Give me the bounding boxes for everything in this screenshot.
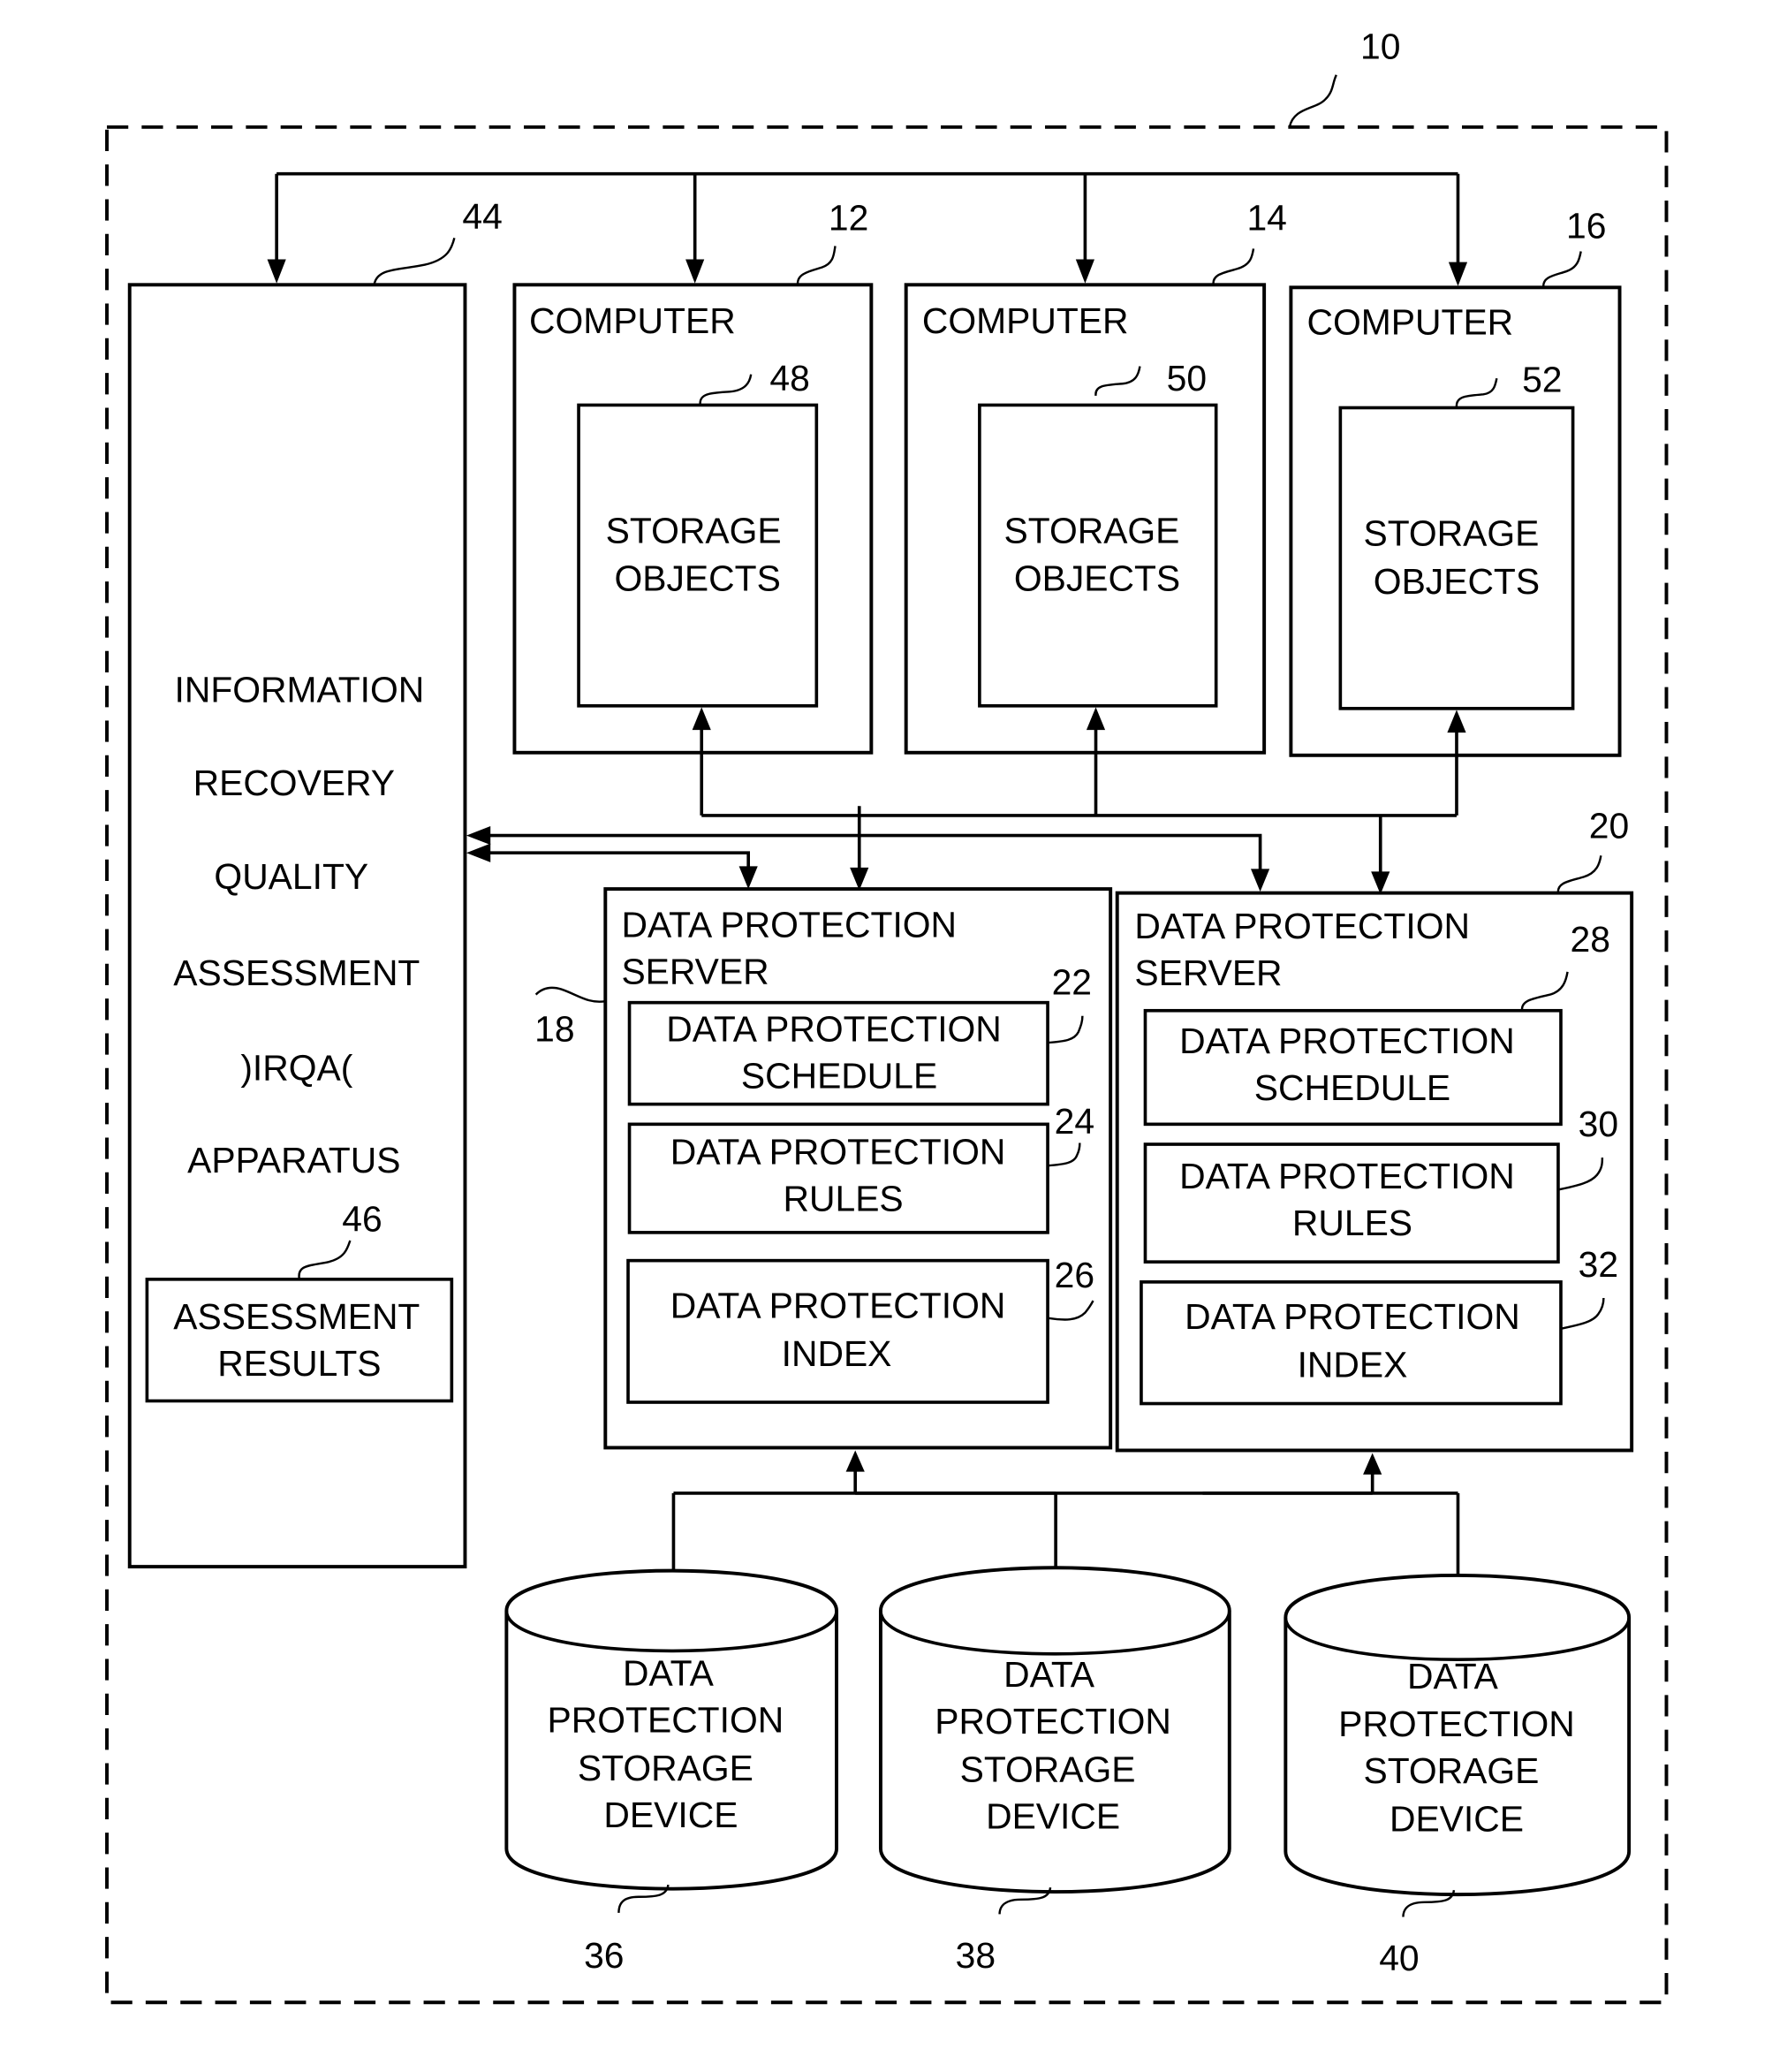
device-38-line-1: DATA	[1003, 1654, 1095, 1695]
rules-24-ref: 24	[1055, 1101, 1094, 1142]
arrow-up-server-18	[845, 1450, 865, 1472]
storage-50-line-1: STORAGE	[1004, 510, 1180, 550]
results-line-2: RESULTS	[217, 1343, 381, 1384]
irqa-line-2: RECOVERY	[193, 763, 395, 803]
device-40-line-4: DEVICE	[1390, 1799, 1524, 1840]
device-36-ref: 36	[584, 1935, 624, 1976]
storage-device-40: 40 DATA PROTECTION STORAGE DEVICE	[1284, 1574, 1632, 1978]
irqa-line-5: )IRQA(	[240, 1047, 352, 1088]
storage-50-line-2: OBJECTS	[1014, 558, 1180, 599]
device-36-line-4: DEVICE	[603, 1795, 738, 1835]
device-36-line-2: PROTECTION	[548, 1700, 784, 1741]
computer-16-label: COMPUTER	[1307, 301, 1514, 342]
data-protection-server-18: 18 DATA PROTECTION SERVER 22 DATA PROTEC…	[534, 887, 1113, 1450]
rules-24-line-1: DATA PROTECTION	[670, 1132, 1006, 1173]
computer-12-ref-leader	[796, 246, 837, 285]
index-32-line-1: DATA PROTECTION	[1185, 1296, 1520, 1337]
data-protection-server-20: 20 DATA PROTECTION SERVER 28 DATA PROTEC…	[1115, 806, 1634, 1453]
arrow-down-computer-14	[1075, 259, 1094, 284]
irqa-ref-leader	[373, 238, 456, 285]
device-38-line-4: DEVICE	[986, 1796, 1120, 1837]
rules-30-line-1: DATA PROTECTION	[1179, 1156, 1515, 1196]
server-20-line-2: SERVER	[1134, 953, 1282, 993]
arrow-down-server-18-b	[738, 866, 758, 890]
index-32-ref: 32	[1579, 1244, 1618, 1285]
schedule-28-line-1: DATA PROTECTION	[1179, 1021, 1515, 1061]
arrow-down-computer-12	[685, 259, 705, 284]
computer-12: 12 COMPUTER 48 STORAGE OBJECTS	[512, 197, 874, 755]
rules-30-line-2: RULES	[1292, 1203, 1412, 1243]
schedule-22-ref: 22	[1052, 962, 1092, 1003]
server-18-ref-leader	[534, 986, 606, 1003]
irqa-link-server-18	[474, 851, 750, 875]
rules-24-line-2: RULES	[784, 1179, 904, 1219]
device-36-line-1: DATA	[623, 1653, 715, 1694]
server-20-ref-leader	[1556, 855, 1602, 893]
computer-16-ref-leader	[1542, 251, 1582, 288]
server-20-line-1: DATA PROTECTION	[1134, 906, 1470, 946]
computer-16-ref: 16	[1566, 205, 1606, 246]
arrow-left-irqa-upper	[466, 825, 491, 846]
arrow-left-irqa-lower	[466, 843, 491, 862]
device-40-ref: 40	[1379, 1938, 1419, 1978]
system-diagram: 10 44 INFORMATION RECOVERY QUALITY ASSES…	[105, 27, 1669, 2005]
server-18-line-2: SERVER	[621, 952, 769, 992]
storage-52-ref: 52	[1522, 359, 1562, 399]
index-26	[626, 1258, 1049, 1404]
device-38-line-2: PROTECTION	[935, 1701, 1171, 1742]
computer-14-ref: 14	[1246, 197, 1286, 238]
device-36-line-3: STORAGE	[578, 1748, 753, 1788]
system-ref-leader	[1288, 74, 1337, 128]
device-40-line-3: STORAGE	[1363, 1750, 1539, 1791]
device-40-line-1: DATA	[1407, 1656, 1499, 1696]
irqa-line-3: QUALITY	[214, 856, 368, 897]
schedule-22-line-1: DATA PROTECTION	[666, 1009, 1002, 1050]
server-18-line-1: DATA PROTECTION	[621, 905, 957, 945]
storage-48-line-2: OBJECTS	[615, 558, 781, 599]
arrow-down-irqa	[267, 259, 286, 284]
irqa-ref: 44	[462, 196, 502, 237]
arrow-down-server-20-b	[1251, 869, 1270, 892]
storage-objects-52	[1338, 406, 1575, 710]
storage-48-line-1: STORAGE	[606, 510, 782, 550]
storage-52-line-2: OBJECTS	[1374, 561, 1540, 602]
storage-objects-50	[978, 403, 1218, 708]
storage-52-line-1: STORAGE	[1363, 512, 1539, 553]
device-40-line-2: PROTECTION	[1338, 1704, 1575, 1744]
schedule-28-line-2: SCHEDULE	[1254, 1067, 1450, 1108]
device-38-line-3: STORAGE	[960, 1749, 1136, 1790]
storage-48-ref: 48	[769, 358, 809, 398]
computer-14-label: COMPUTER	[922, 300, 1129, 341]
irqa-apparatus: 44 INFORMATION RECOVERY QUALITY ASSESSME…	[127, 196, 503, 1569]
irqa-line-6: APPARATUS	[187, 1140, 400, 1180]
results-line-1: ASSESSMENT	[173, 1296, 420, 1337]
server-18-ref: 18	[534, 1009, 574, 1050]
computer-12-label: COMPUTER	[529, 300, 736, 341]
arrow-down-computer-16	[1448, 262, 1468, 286]
index-32-line-2: INDEX	[1298, 1344, 1408, 1385]
schedule-28-ref: 28	[1571, 919, 1610, 960]
schedule-22-line-2: SCHEDULE	[741, 1056, 937, 1097]
storage-50-ref: 50	[1167, 358, 1207, 398]
computer-14: 14 COMPUTER 50 STORAGE OBJECTS	[904, 197, 1287, 755]
arrow-up-server-20	[1363, 1453, 1382, 1475]
index-26-line-2: INDEX	[782, 1333, 892, 1374]
rules-30-ref: 30	[1579, 1104, 1618, 1144]
arrow-down-server-20-a	[1371, 871, 1390, 895]
irqa-line-4: ASSESSMENT	[173, 953, 420, 993]
computer-16: 16 COMPUTER 52 STORAGE OBJECTS	[1289, 205, 1622, 757]
storage-device-36: 36 DATA PROTECTION STORAGE DEVICE	[504, 1568, 838, 1976]
arrow-down-server-18-a	[850, 867, 869, 891]
results-ref: 46	[342, 1198, 382, 1239]
device-38-ref: 38	[956, 1935, 996, 1976]
storage-device-38: 38 DATA PROTECTION STORAGE DEVICE	[878, 1566, 1231, 1976]
computer-12-ref: 12	[829, 197, 868, 238]
index-26-line-1: DATA PROTECTION	[670, 1286, 1006, 1326]
computer-14-ref-leader	[1212, 248, 1255, 285]
system-ref: 10	[1360, 27, 1400, 67]
irqa-line-1: INFORMATION	[174, 669, 424, 710]
index-26-ref: 26	[1055, 1255, 1094, 1295]
storage-objects-48	[577, 403, 819, 708]
server-20-ref: 20	[1589, 806, 1629, 846]
